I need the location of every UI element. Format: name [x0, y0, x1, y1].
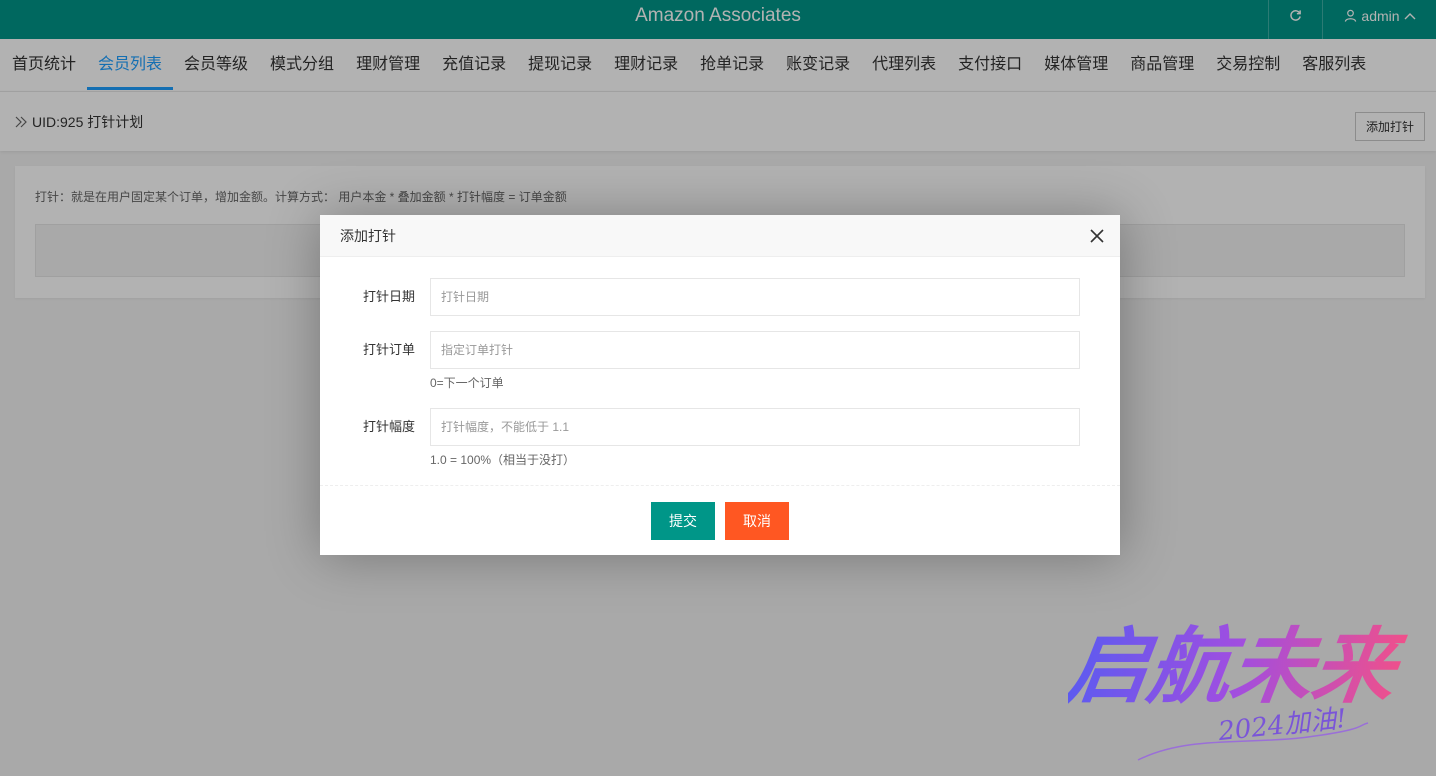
order-hint: 0=下一个订单	[430, 376, 504, 390]
cancel-button[interactable]: 取消	[725, 502, 789, 540]
order-input[interactable]	[430, 331, 1080, 369]
dialog-divider	[320, 485, 1120, 486]
close-icon[interactable]	[1090, 229, 1104, 243]
range-hint: 1.0 = 100%（相当于没打）	[430, 453, 576, 467]
dialog-header: 添加打针	[320, 215, 1120, 257]
watermark-logo: 启航未来 2024加油!	[1068, 619, 1410, 761]
date-input[interactable]	[430, 278, 1080, 316]
range-label: 打针幅度	[362, 419, 415, 434]
submit-button[interactable]: 提交	[651, 502, 715, 540]
date-label: 打针日期	[362, 289, 415, 304]
range-input[interactable]	[430, 408, 1080, 446]
add-injection-dialog: 添加打针 打针日期 打针订单 0=下一个订单 打针幅度 1.0 = 100%（相…	[320, 215, 1120, 555]
order-label: 打针订单	[362, 342, 415, 357]
watermark-main: 启航未来	[1068, 619, 1410, 715]
dialog-title: 添加打针	[340, 228, 396, 244]
